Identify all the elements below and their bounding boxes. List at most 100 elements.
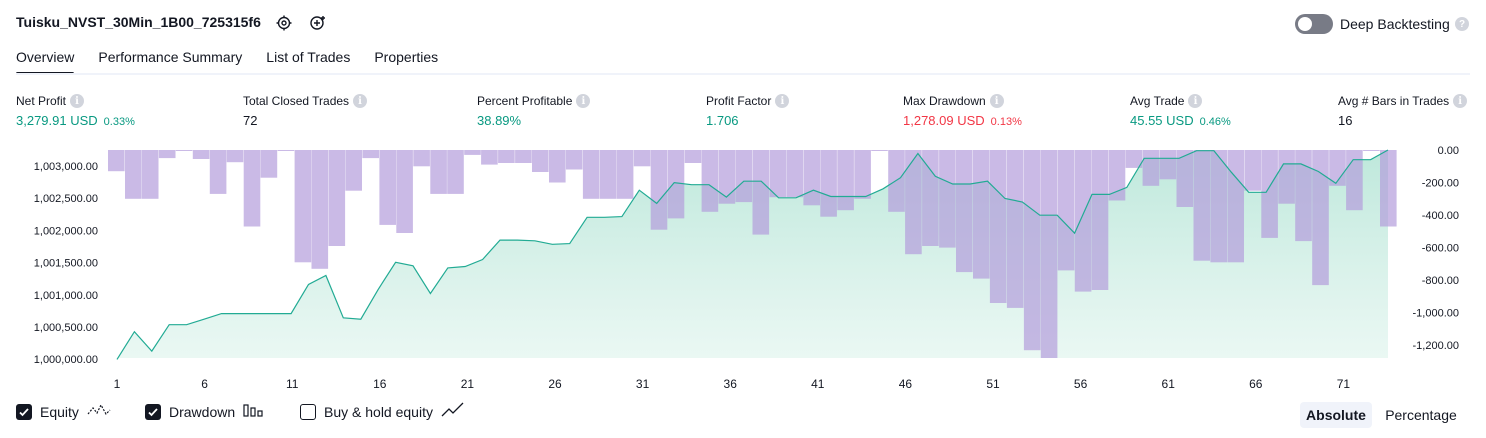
drawdown-bar — [1040, 150, 1058, 358]
metric-value: 16 — [1338, 113, 1353, 128]
drawdown-bar — [141, 150, 159, 199]
tab-performance-summary[interactable]: Performance Summary — [98, 49, 242, 75]
help-icon[interactable]: ? — [1455, 17, 1469, 31]
metric-net-profit: Net Profit i 3,279.91 USD 0.33% — [16, 94, 135, 128]
drawdown-bar — [192, 150, 210, 159]
drawdown-bar — [939, 150, 956, 248]
drawdown-bar — [650, 150, 668, 230]
drawdown-bar — [1261, 150, 1278, 238]
info-icon[interactable]: i — [576, 94, 591, 108]
info-icon[interactable]: i — [1188, 94, 1203, 108]
metric-label: Max Drawdown — [903, 94, 986, 108]
drawdown-bar — [837, 150, 854, 211]
buy-hold-checkbox[interactable] — [300, 403, 316, 420]
drawdown-bar — [1227, 150, 1244, 263]
deep-backtesting-label: Deep Backtesting — [1340, 16, 1450, 32]
drawdown-bar — [1244, 150, 1261, 191]
tab-divider — [16, 73, 1470, 75]
y-axis-right-tick: 0.00 — [1438, 145, 1459, 157]
drawdown-bar — [498, 150, 515, 163]
y-axis-right-tick: -1,200.00 — [1413, 340, 1459, 352]
drawdown-bar — [735, 150, 753, 203]
metric-label: Avg Trade — [1130, 94, 1185, 108]
tab-list-of-trades[interactable]: List of Trades — [266, 49, 350, 75]
y-axis-right-tick: -1,000.00 — [1413, 308, 1459, 320]
drawdown-bar — [311, 150, 329, 269]
drawdown-bar — [464, 150, 481, 155]
metric-value: 45.55 USD — [1130, 113, 1194, 128]
x-axis-tick: 51 — [986, 377, 1000, 391]
x-axis-tick: 21 — [461, 377, 475, 391]
deep-backtesting-toggle[interactable] — [1295, 14, 1333, 34]
drawdown-bar — [1278, 150, 1295, 204]
absolute-toggle[interactable]: Absolute — [1300, 402, 1372, 428]
metric-label: Profit Factor — [706, 94, 772, 108]
x-axis-tick: 1 — [114, 377, 121, 391]
drawdown-bar — [277, 150, 295, 151]
y-axis-left-tick: 1,000,000.00 — [34, 354, 98, 366]
equity-line-icon — [87, 402, 111, 421]
info-icon[interactable]: i — [353, 94, 368, 108]
metric-value: 3,279.91 USD — [16, 113, 98, 128]
drawdown-bar — [905, 150, 922, 255]
drawdown-bar — [1057, 150, 1075, 271]
drawdown-bar — [871, 150, 888, 151]
drawdown-bar — [260, 150, 278, 178]
drawdown-bar — [125, 150, 142, 199]
metric-avg-trade: Avg Trade i 45.55 USD 0.46% — [1130, 94, 1231, 128]
drawdown-bar — [413, 150, 430, 167]
drawdown-bar — [667, 150, 685, 219]
equity-checkbox[interactable] — [16, 403, 32, 420]
metric-value: 72 — [243, 113, 258, 128]
info-icon[interactable]: i — [775, 94, 790, 108]
metric-value: 38.89% — [477, 113, 522, 128]
drawdown-bar — [396, 150, 413, 233]
drawdown-bar — [1142, 150, 1160, 186]
strategy-title: Tuisku_NVST_30Min_1B00_725315f6 — [16, 14, 261, 30]
drawdown-bar — [379, 150, 396, 225]
drawdown-bar — [820, 150, 837, 217]
drawdown-bar — [158, 150, 176, 159]
drawdown-bar — [481, 150, 498, 165]
drawdown-checkbox[interactable] — [145, 403, 161, 420]
drawdown-bar — [515, 150, 532, 163]
add-to-chart-icon[interactable] — [307, 12, 329, 34]
drawdown-bar — [108, 150, 125, 172]
x-axis-tick: 46 — [899, 377, 913, 391]
info-icon[interactable]: i — [70, 94, 85, 108]
drawdown-bar — [769, 150, 787, 198]
tab-bar: Overview Performance Summary List of Tra… — [16, 49, 462, 75]
drawdown-bar — [956, 150, 973, 273]
drawdown-bar — [1210, 150, 1227, 263]
drawdown-bar — [1159, 150, 1177, 180]
y-axis-left-tick: 1,003,000.00 — [34, 161, 98, 173]
y-axis-right-tick: -800.00 — [1422, 275, 1459, 287]
drawdown-bar — [430, 150, 447, 194]
tab-overview[interactable]: Overview — [16, 49, 75, 75]
drawdown-bar — [565, 150, 583, 170]
drawdown-bar — [582, 150, 600, 199]
drawdown-bar — [786, 150, 803, 198]
legend-buy-hold[interactable]: Buy & hold equity — [300, 402, 465, 421]
drawdown-bar — [922, 150, 939, 246]
x-axis-tick: 36 — [724, 377, 738, 391]
y-axis-left-tick: 1,002,500.00 — [34, 193, 98, 205]
drawdown-bar — [226, 150, 244, 163]
info-icon[interactable]: i — [1453, 94, 1468, 108]
metric-label: Avg # Bars in Trades — [1338, 94, 1450, 108]
percentage-toggle[interactable]: Percentage — [1378, 402, 1464, 428]
drawdown-bar — [684, 150, 702, 163]
drawdown-bar — [362, 150, 379, 159]
x-axis-tick: 6 — [201, 377, 208, 391]
metric-avg-bars-in-trades: Avg # Bars in Trades i 16 — [1338, 94, 1468, 128]
info-icon[interactable]: i — [989, 94, 1004, 108]
legend-equity[interactable]: Equity — [16, 402, 111, 421]
settings-icon[interactable] — [273, 12, 295, 34]
x-axis-tick: 31 — [636, 377, 650, 391]
drawdown-bar — [803, 150, 820, 206]
drawdown-bar — [549, 150, 566, 183]
legend-drawdown[interactable]: Drawdown — [145, 402, 265, 421]
metric-percent-profitable: Percent Profitable i 38.89% — [477, 94, 591, 128]
equity-drawdown-chart[interactable]: 1,003,000.00 1,002,500.00 1,002,000.00 1,00… — [0, 140, 1486, 395]
tab-properties[interactable]: Properties — [374, 49, 438, 75]
